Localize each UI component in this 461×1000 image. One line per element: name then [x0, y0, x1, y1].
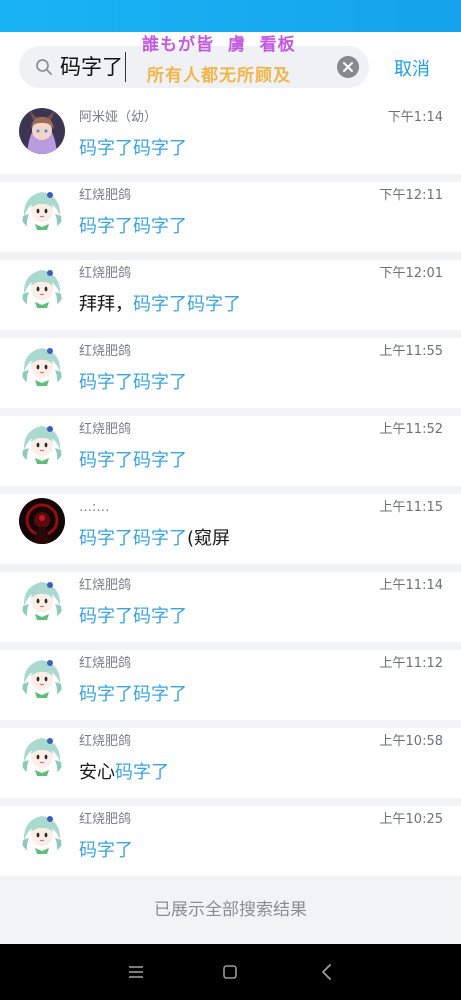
message-text-segment: (窥屏	[187, 528, 231, 549]
message-keyword-highlight: 码字了码字了	[79, 684, 187, 705]
avatar[interactable]	[19, 108, 65, 154]
search-result-item[interactable]: 红烧肥鸽 下午12:11 码字了码字了	[0, 182, 461, 252]
message-time: 上午11:12	[379, 656, 443, 671]
cancel-button[interactable]: 取消	[394, 58, 430, 82]
message-keyword-highlight: 码字了码字了	[79, 528, 187, 549]
sender-name: …:…	[79, 500, 110, 515]
message-text: 码字了码字了	[79, 136, 187, 162]
message-text-segment: 拜拜，	[79, 294, 133, 315]
message-text: 码字了	[79, 838, 133, 864]
message-time: 下午12:01	[379, 266, 443, 281]
avatar[interactable]	[19, 186, 65, 232]
message-time: 上午11:52	[379, 422, 443, 437]
avatar[interactable]	[19, 732, 65, 778]
search-result-item[interactable]: 红烧肥鸽 上午10:58 安心码字了	[0, 728, 461, 798]
message-keyword-highlight: 码字了码字了	[79, 138, 187, 159]
message-text: 安心码字了	[79, 760, 169, 786]
message-time: 下午12:11	[379, 188, 443, 203]
message-keyword-highlight: 码字了	[79, 840, 133, 861]
message-time: 上午11:15	[379, 500, 443, 515]
clear-icon[interactable]	[337, 56, 359, 78]
search-result-item[interactable]: …:… 上午11:15 码字了码字了(窥屏	[0, 494, 461, 564]
message-keyword-highlight: 码字了码字了	[79, 372, 187, 393]
message-text: 拜拜，码字了码字了	[79, 292, 241, 318]
message-keyword-highlight: 码字了	[115, 762, 169, 783]
message-time: 下午1:14	[387, 110, 443, 125]
avatar[interactable]	[19, 498, 65, 544]
message-text: 码字了码字了	[79, 682, 187, 708]
search-icon	[36, 59, 52, 75]
sender-name: 红烧肥鸽	[79, 812, 132, 827]
status-bar	[0, 0, 461, 32]
sender-name: 红烧肥鸽	[79, 188, 132, 203]
sender-name: 红烧肥鸽	[79, 578, 132, 593]
sender-name: 红烧肥鸽	[79, 422, 132, 437]
message-text: 码字了码字了	[79, 448, 187, 474]
message-text: 码字了码字了(窥屏	[79, 526, 230, 552]
all-results-shown-text: 已展示全部搜索结果	[154, 900, 307, 920]
avatar[interactable]	[19, 810, 65, 856]
search-result-item[interactable]: 红烧肥鸽 上午11:12 码字了码字了	[0, 650, 461, 720]
search-input[interactable]: 码字了	[60, 52, 126, 82]
avatar[interactable]	[19, 420, 65, 466]
message-keyword-highlight: 码字了码字了	[79, 606, 187, 627]
avatar[interactable]	[19, 576, 65, 622]
message-keyword-highlight: 码字了码字了	[133, 294, 241, 315]
search-result-item[interactable]: 红烧肥鸽 上午11:52 码字了码字了	[0, 416, 461, 486]
search-result-item[interactable]: 红烧肥鸽 上午11:14 码字了码字了	[0, 572, 461, 642]
system-navigation-bar	[0, 944, 461, 1000]
home-icon[interactable]	[220, 962, 240, 982]
watermark-line-1: 誰もが皆 虜 看板	[142, 35, 296, 55]
avatar[interactable]	[19, 264, 65, 310]
message-time: 上午10:58	[379, 734, 443, 749]
message-text-segment: 安心	[79, 762, 115, 783]
search-result-item[interactable]: 红烧肥鸽 上午11:55 码字了码字了	[0, 338, 461, 408]
message-keyword-highlight: 码字了码字了	[79, 450, 187, 471]
message-text: 码字了码字了	[79, 604, 187, 630]
sender-name: 红烧肥鸽	[79, 266, 132, 281]
message-text: 码字了码字了	[79, 214, 187, 240]
avatar[interactable]	[19, 342, 65, 388]
menu-icon[interactable]	[126, 962, 146, 982]
sender-name: 红烧肥鸽	[79, 656, 132, 671]
message-time: 上午11:14	[379, 578, 443, 593]
sender-name: 红烧肥鸽	[79, 344, 132, 359]
message-time: 上午10:25	[379, 812, 443, 827]
avatar[interactable]	[19, 654, 65, 700]
search-result-item[interactable]: 红烧肥鸽 上午10:25 码字了	[0, 806, 461, 876]
message-text: 码字了码字了	[79, 370, 187, 396]
back-icon[interactable]	[317, 962, 337, 982]
search-result-item[interactable]: 红烧肥鸽 下午12:01 拜拜，码字了码字了	[0, 260, 461, 330]
watermark-line-2: 所有人都无所顾及	[147, 66, 291, 86]
message-keyword-highlight: 码字了码字了	[79, 216, 187, 237]
search-result-item[interactable]: 阿米娅（幼） 下午1:14 码字了码字了	[0, 104, 461, 174]
sender-name: 红烧肥鸽	[79, 734, 132, 749]
message-time: 上午11:55	[379, 344, 443, 359]
sender-name: 阿米娅（幼）	[79, 110, 158, 125]
